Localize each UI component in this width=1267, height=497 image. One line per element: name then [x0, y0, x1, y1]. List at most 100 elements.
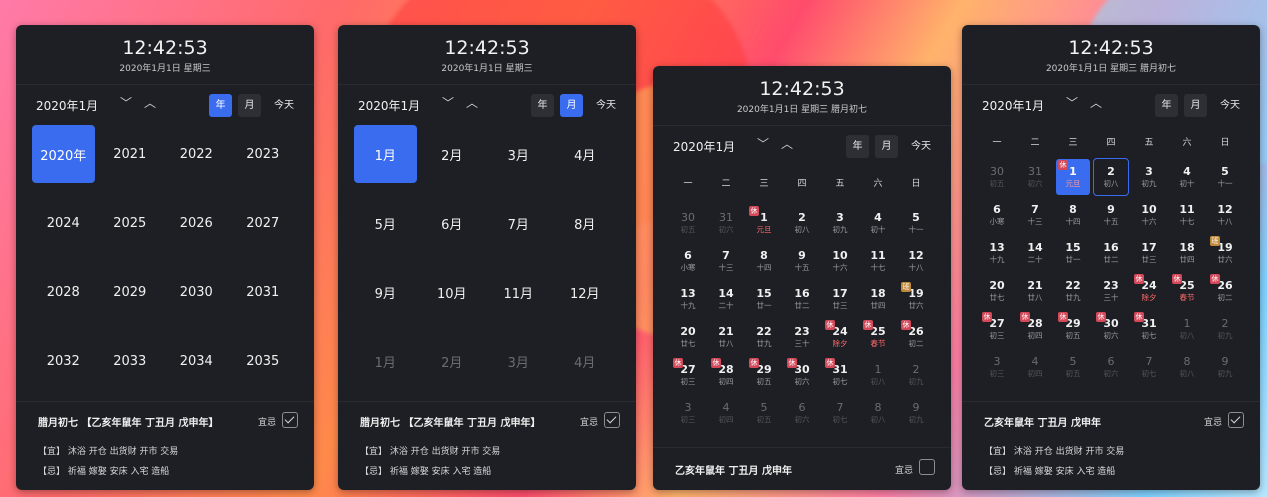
day-cell[interactable]: 31 初六	[1018, 159, 1052, 195]
year-cell[interactable]: 2029	[99, 263, 162, 321]
day-cell[interactable]: 休 29 初五	[1056, 311, 1090, 347]
day-cell[interactable]: 休 25 春节	[1170, 273, 1204, 309]
month-cell[interactable]: 3月	[487, 332, 550, 390]
day-cell[interactable]: 9 十五	[785, 243, 819, 279]
day-cell[interactable]: 休 28 初四	[709, 357, 743, 393]
year-cell[interactable]: 2023	[232, 125, 295, 183]
day-cell[interactable]: 8 初八	[1170, 349, 1204, 385]
day-cell[interactable]: 17 廿三	[1132, 235, 1166, 271]
day-cell[interactable]: 16 廿二	[1094, 235, 1128, 271]
day-cell[interactable]: 13 十九	[671, 281, 705, 317]
day-cell[interactable]: 10 十六	[1132, 197, 1166, 233]
year-cell[interactable]: 2035	[232, 332, 295, 390]
day-cell[interactable]: 6 小寒	[671, 243, 705, 279]
day-cell[interactable]: 13 十九	[980, 235, 1014, 271]
chevron-up-icon[interactable]: ︿	[1090, 97, 1102, 109]
day-cell[interactable]: 1 初八	[861, 357, 895, 393]
day-cell[interactable]: 8 十四	[747, 243, 781, 279]
chevron-down-icon[interactable]: ﹀	[757, 138, 769, 150]
day-cell[interactable]: 休 1 元旦	[747, 205, 781, 241]
day-cell[interactable]: 3 初三	[980, 349, 1014, 385]
year-cell[interactable]: 2030	[165, 263, 228, 321]
day-cell[interactable]: 31 初六	[709, 205, 743, 241]
day-cell[interactable]: 12 十八	[1208, 197, 1242, 233]
day-cell[interactable]: 16 廿二	[785, 281, 819, 317]
month-cell[interactable]: 3月	[487, 125, 550, 183]
day-cell[interactable]: 休 24 除夕	[1132, 273, 1166, 309]
year-cell[interactable]: 2024	[32, 194, 95, 252]
day-cell[interactable]: 22 廿九	[1056, 273, 1090, 309]
day-cell[interactable]: 4 初四	[709, 395, 743, 431]
day-cell[interactable]: 11 十七	[1170, 197, 1204, 233]
day-cell[interactable]: 15 廿一	[747, 281, 781, 317]
month-cell[interactable]: 1月	[354, 125, 417, 183]
yiji-checkbox[interactable]	[1228, 412, 1244, 428]
day-cell[interactable]: 休 29 初五	[747, 357, 781, 393]
day-cell[interactable]: 7 十三	[1018, 197, 1052, 233]
day-cell[interactable]: 21 廿八	[1018, 273, 1052, 309]
day-cell[interactable]: 9 初九	[1208, 349, 1242, 385]
year-cell[interactable]: 2028	[32, 263, 95, 321]
day-cell[interactable]: 班 19 廿六	[899, 281, 933, 317]
chevron-down-icon[interactable]: ﹀	[120, 97, 132, 109]
today-button[interactable]: 今天	[274, 94, 294, 117]
day-cell[interactable]: 17 廿三	[823, 281, 857, 317]
day-cell[interactable]: 6 小寒	[980, 197, 1014, 233]
day-cell[interactable]: 5 十一	[899, 205, 933, 241]
day-cell[interactable]: 9 初九	[899, 395, 933, 431]
chevron-down-icon[interactable]: ﹀	[1066, 97, 1078, 109]
day-cell[interactable]: 3 初三	[671, 395, 705, 431]
day-cell[interactable]: 3 初九	[1132, 159, 1166, 195]
day-cell[interactable]: 15 廿一	[1056, 235, 1090, 271]
day-cell[interactable]: 休 25 春节	[861, 319, 895, 355]
year-cell[interactable]: 2034	[165, 332, 228, 390]
day-cell[interactable]: 5 十一	[1208, 159, 1242, 195]
month-cell[interactable]: 12月	[554, 263, 617, 321]
day-cell[interactable]: 12 十八	[899, 243, 933, 279]
day-cell[interactable]: 10 十六	[823, 243, 857, 279]
yiji-checkbox[interactable]	[919, 459, 935, 475]
year-view-button[interactable]: 年	[531, 94, 554, 117]
day-cell[interactable]: 4 初四	[1018, 349, 1052, 385]
year-cell[interactable]: 2032	[32, 332, 95, 390]
day-cell[interactable]: 休 27 初三	[980, 311, 1014, 347]
day-cell[interactable]: 3 初九	[823, 205, 857, 241]
month-cell[interactable]: 9月	[354, 263, 417, 321]
day-cell[interactable]: 5 初五	[1056, 349, 1090, 385]
day-cell[interactable]: 休 31 初七	[823, 357, 857, 393]
day-cell[interactable]: 6 初六	[785, 395, 819, 431]
month-view-button[interactable]: 月	[238, 94, 261, 117]
day-cell[interactable]: 18 廿四	[861, 281, 895, 317]
day-cell[interactable]: 20 廿七	[671, 319, 705, 355]
month-view-button[interactable]: 月	[1184, 94, 1207, 117]
month-cell[interactable]: 2月	[421, 125, 484, 183]
year-view-button[interactable]: 年	[846, 135, 869, 158]
day-cell[interactable]: 休 28 初四	[1018, 311, 1052, 347]
day-cell[interactable]: 休 24 除夕	[823, 319, 857, 355]
day-cell[interactable]: 2 初八	[1093, 158, 1129, 196]
day-cell[interactable]: 休 26 初二	[1208, 273, 1242, 309]
day-cell[interactable]: 7 初七	[823, 395, 857, 431]
day-cell[interactable]: 14 二十	[709, 281, 743, 317]
year-cell[interactable]: 2031	[232, 263, 295, 321]
day-cell[interactable]: 18 廿四	[1170, 235, 1204, 271]
day-cell[interactable]: 14 二十	[1018, 235, 1052, 271]
today-button[interactable]: 今天	[596, 94, 616, 117]
month-cell[interactable]: 4月	[554, 332, 617, 390]
day-cell[interactable]: 休 31 初七	[1132, 311, 1166, 347]
year-view-button[interactable]: 年	[1155, 94, 1178, 117]
day-cell[interactable]: 班 19 廿六	[1208, 235, 1242, 271]
month-cell[interactable]: 4月	[554, 125, 617, 183]
day-cell[interactable]: 休 30 初六	[785, 357, 819, 393]
day-cell[interactable]: 2 初八	[785, 205, 819, 241]
month-cell[interactable]: 6月	[421, 194, 484, 252]
month-cell[interactable]: 5月	[354, 194, 417, 252]
day-cell[interactable]: 2 初九	[1208, 311, 1242, 347]
year-cell[interactable]: 2022	[165, 125, 228, 183]
chevron-up-icon[interactable]: ︿	[144, 97, 156, 109]
year-cell[interactable]: 2021	[99, 125, 162, 183]
day-cell[interactable]: 6 初六	[1094, 349, 1128, 385]
today-button[interactable]: 今天	[911, 135, 931, 158]
year-cell[interactable]: 2020年	[32, 125, 95, 183]
day-cell[interactable]: 8 十四	[1056, 197, 1090, 233]
